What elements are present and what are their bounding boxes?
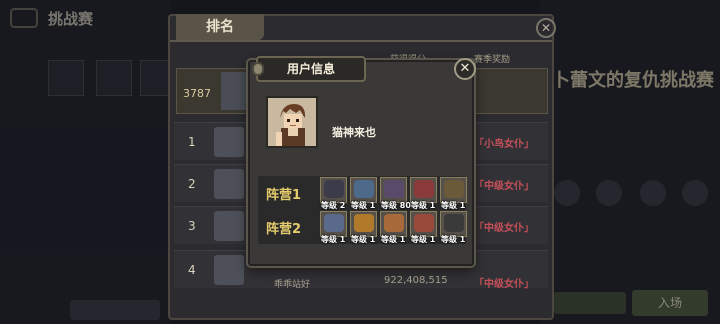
user-info-modal: 用户信息 ✕ 猫神来也 阵营1 等级 2 等级 1 等级 80 等级 1 等级 1 阵营… [248, 56, 476, 266]
bg-secondary-button[interactable] [554, 292, 626, 314]
hero-portrait-icon [384, 180, 404, 198]
bg-slot [96, 60, 132, 96]
user-avatar [266, 96, 318, 148]
bg-bottom-button[interactable] [70, 300, 160, 320]
back-button[interactable] [10, 8, 38, 28]
bg-icon[interactable] [596, 180, 622, 206]
rank-number: 3 [188, 219, 196, 233]
character-portrait-icon [268, 98, 316, 146]
hero-portrait-icon [354, 180, 374, 198]
team-row: 阵营1 等级 2 等级 1 等级 80 等级 1 等级 1 [258, 176, 467, 210]
modal-title-tab: 用户信息 [252, 56, 366, 82]
avatar [214, 211, 244, 241]
user-name: 猫神来也 [332, 126, 376, 139]
modal-title: 用户信息 [286, 62, 335, 76]
col-reward-header: 赛季奖励 [474, 55, 511, 65]
avatar [214, 127, 244, 157]
hero-level: 等级 1 [321, 235, 346, 244]
background-left-panel: 挑战赛 [0, 0, 176, 324]
game-screen: 挑战赛 卜蕾文的复仇挑战赛 入场 排名 获得得分 赛季奖励 3787 1 「小鸟… [0, 0, 720, 324]
hero-portrait-icon [414, 214, 434, 232]
bg-icon[interactable] [554, 180, 580, 206]
hero-level: 等级 1 [351, 235, 376, 244]
divider [170, 40, 552, 42]
ranking-tab[interactable]: 排名 [176, 14, 264, 40]
pin-icon [252, 62, 264, 76]
rank-number: 4 [188, 263, 196, 277]
avatar [214, 169, 244, 199]
bg-icon[interactable] [640, 180, 666, 206]
hero-level: 等级 1 [411, 235, 436, 244]
hero-portrait-icon [354, 214, 374, 232]
background-right-panel: 卜蕾文的复仇挑战赛 入场 [540, 0, 720, 324]
reward-label: 「小鸟女仆」 [474, 139, 534, 150]
team-label: 阵营1 [266, 188, 302, 203]
ranking-close-icon[interactable]: ✕ [536, 18, 556, 38]
hero-portrait-icon [414, 180, 434, 198]
player-score: 922,408,515 [384, 275, 448, 286]
bg-icon[interactable] [682, 180, 708, 206]
reward-label: 「中级女仆」 [474, 223, 534, 234]
player-name: 乖乖站好 [274, 280, 311, 290]
event-title: 卜蕾文的复仇挑战赛 [552, 70, 714, 91]
hero-level: 等级 1 [441, 235, 466, 244]
rank-number: 1 [188, 135, 196, 149]
team-label: 阵营2 [266, 222, 302, 237]
rank-number: 2 [188, 177, 196, 191]
reward-label: 「中级女仆」 [474, 279, 534, 290]
hero-portrait-icon [324, 214, 344, 232]
close-x-icon[interactable]: ✕ [454, 58, 476, 80]
background-title: 挑战赛 [48, 10, 94, 28]
enter-button[interactable]: 入场 [632, 290, 708, 316]
team-row: 阵营2 等级 1 等级 1 等级 1 等级 1 等级 1 [258, 210, 467, 244]
hero-portrait-icon [444, 214, 464, 232]
self-score: 3787 [183, 87, 211, 100]
hero-portrait-icon [324, 180, 344, 198]
avatar [214, 255, 244, 285]
hero-portrait-icon [384, 214, 404, 232]
bg-slot [48, 60, 84, 96]
reward-label: 「中级女仆」 [474, 181, 534, 192]
hero-level: 等级 1 [381, 235, 406, 244]
hero-portrait-icon [444, 180, 464, 198]
